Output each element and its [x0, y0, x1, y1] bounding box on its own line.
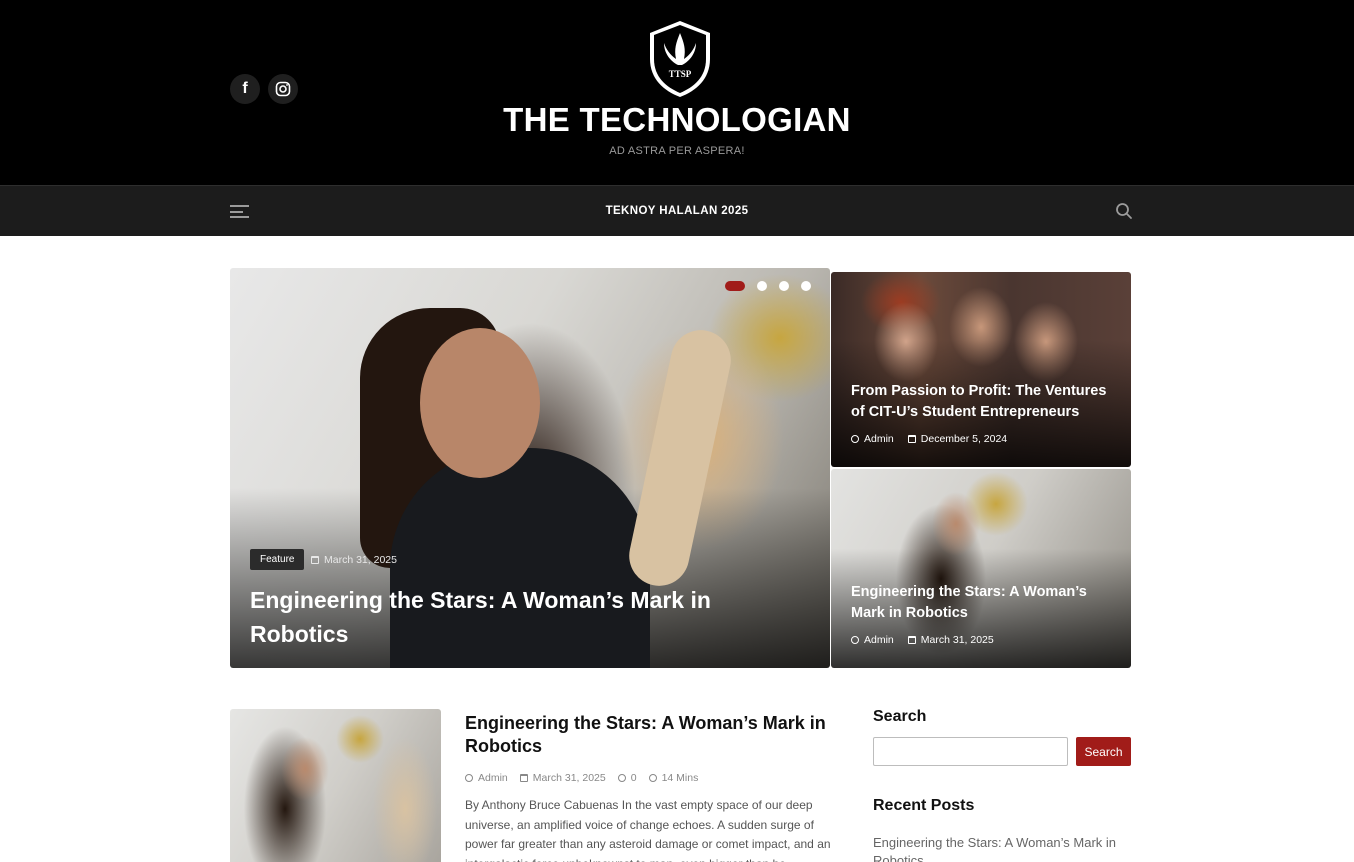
facebook-icon[interactable]: f	[230, 74, 260, 104]
site-header: f TTSP THE TECHNOLOGIAN AD ASTRA PER ASP…	[0, 0, 1354, 185]
date: March 31, 2025	[920, 634, 994, 646]
side-card-title[interactable]: From Passion to Profit: The Ventures of …	[851, 381, 1116, 423]
instagram-icon[interactable]	[268, 74, 298, 104]
hero-slide[interactable]: Feature March 31, 2025 Engineering the S…	[230, 268, 830, 668]
post-date: March 31, 2025	[532, 772, 606, 784]
slider-dot[interactable]	[725, 281, 745, 291]
side-card-title[interactable]: Engineering the Stars: A Woman’s Mark in…	[851, 582, 1116, 624]
calendar-icon	[311, 556, 319, 564]
author[interactable]: Admin	[864, 433, 894, 445]
post-meta: Admin March 31, 2025 0 14 Mins	[465, 772, 698, 784]
calendar-icon	[519, 774, 528, 782]
calendar-icon	[907, 636, 916, 644]
search-widget-title: Search	[873, 708, 927, 725]
date: December 5, 2024	[920, 433, 1008, 445]
slider-dots	[725, 281, 811, 291]
post-comments[interactable]: 0	[631, 772, 637, 784]
hero-image-face	[420, 328, 540, 478]
search-icon[interactable]	[1115, 202, 1133, 220]
nav-link-teknoy-halalan[interactable]: TEKNOY HALALAN 2025	[606, 205, 749, 217]
slider-dot[interactable]	[757, 281, 767, 291]
recent-post-link[interactable]: Engineering the Stars: A Woman’s Mark in…	[873, 834, 1131, 862]
post-title[interactable]: Engineering the Stars: A Woman’s Mark in…	[465, 712, 845, 758]
comment-icon	[617, 774, 626, 782]
slider-dot[interactable]	[779, 281, 789, 291]
site-tagline: AD ASTRA PER ASPERA!	[609, 145, 745, 157]
hero-date-text: March 31, 2025	[324, 554, 397, 566]
logo-text: TTSP	[669, 69, 692, 79]
post-excerpt: By Anthony Bruce Cabuenas In the vast em…	[465, 798, 831, 862]
recent-posts-title: Recent Posts	[873, 797, 975, 814]
social-links: f	[230, 74, 298, 104]
user-icon	[465, 774, 473, 782]
main-navigation: TEKNOY HALALAN 2025	[0, 185, 1354, 236]
hero-image-robot-arm	[623, 324, 737, 592]
hamburger-menu-icon[interactable]	[230, 205, 249, 218]
calendar-icon	[907, 435, 916, 443]
site-title[interactable]: THE TECHNOLOGIAN	[0, 101, 1354, 139]
post-author[interactable]: Admin	[478, 772, 508, 784]
side-card[interactable]: Engineering the Stars: A Woman’s Mark in…	[831, 469, 1131, 668]
search-button[interactable]: Search	[1076, 737, 1131, 766]
site-logo[interactable]: TTSP	[646, 19, 714, 99]
side-card-meta: Admin March 31, 2025	[851, 634, 994, 646]
post-read-time: 14 Mins	[661, 772, 699, 784]
author[interactable]: Admin	[864, 634, 894, 646]
side-card[interactable]: From Passion to Profit: The Ventures of …	[831, 272, 1131, 467]
hero-title[interactable]: Engineering the Stars: A Woman’s Mark in…	[250, 583, 770, 651]
slider-dot[interactable]	[801, 281, 811, 291]
category-badge[interactable]: Feature	[250, 549, 305, 570]
hero-date: March 31, 2025	[311, 554, 397, 566]
clock-icon	[648, 774, 657, 782]
post-thumbnail[interactable]	[230, 709, 441, 862]
side-card-meta: Admin December 5, 2024	[851, 433, 1007, 445]
user-icon	[851, 636, 859, 644]
user-icon	[851, 435, 859, 443]
search-input[interactable]	[873, 737, 1068, 766]
